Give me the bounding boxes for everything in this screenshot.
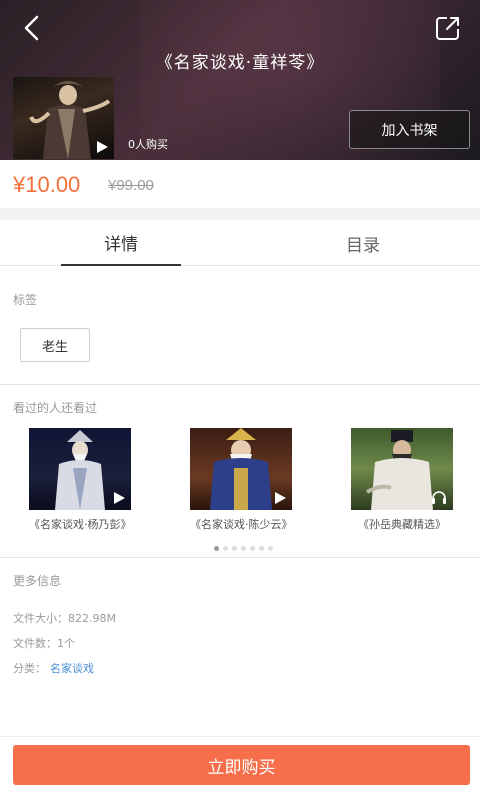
header: 《名家谈戏·童祥苓》 0人购买 加入书架 — [0, 0, 480, 160]
add-to-shelf-button[interactable]: 加入书架 — [349, 110, 470, 149]
play-icon — [97, 141, 108, 153]
recommend-item[interactable]: 《名家谈戏·杨乃彭》 — [29, 428, 132, 532]
more-info-label: 更多信息 — [13, 574, 62, 588]
share-button[interactable] — [430, 10, 466, 46]
category-row: 分类： 名家谈戏 — [13, 660, 94, 676]
file-count: 文件数：1个 — [13, 637, 75, 650]
page-title: 《名家谈戏·童祥苓》 — [155, 53, 325, 73]
category-label: 分类： — [13, 662, 46, 675]
tag-chip[interactable]: 老生 — [20, 328, 90, 362]
tab-bar: 详情 目录 — [0, 220, 480, 266]
carousel-dot[interactable] — [232, 546, 237, 551]
price-row: ¥10.00 ¥99.00 — [0, 160, 480, 208]
carousel-indicator — [214, 546, 273, 551]
recommend-thumbnail — [351, 428, 453, 510]
play-icon — [275, 492, 286, 504]
recommend-thumbnail — [29, 428, 131, 510]
tab-details[interactable]: 详情 — [61, 220, 181, 266]
tags-section-label: 标签 — [13, 293, 38, 307]
recommend-title: 《名家谈戏·陈少云》 — [190, 518, 293, 531]
tab-catalog[interactable]: 目录 — [303, 220, 423, 266]
recommend-title: 《名家谈戏·杨乃彭》 — [29, 518, 132, 531]
chevron-left-icon — [24, 15, 39, 41]
carousel-dot[interactable] — [241, 546, 246, 551]
original-price: ¥99.00 — [108, 177, 154, 194]
buy-now-button[interactable]: 立即购买 — [13, 745, 470, 785]
share-icon — [436, 17, 459, 40]
cover-image[interactable] — [13, 77, 114, 159]
back-button[interactable] — [14, 10, 50, 46]
recommend-title: 《孙岳典藏精选》 — [358, 518, 446, 531]
file-size: 文件大小：822.98M — [13, 612, 116, 625]
divider — [0, 557, 480, 558]
carousel-dot[interactable] — [223, 546, 228, 551]
carousel-dot[interactable] — [214, 546, 219, 551]
play-icon — [114, 492, 125, 504]
category-link[interactable]: 名家谈戏 — [50, 662, 94, 675]
buyer-count: 0人购买 — [128, 138, 168, 151]
carousel-dot[interactable] — [259, 546, 264, 551]
headphones-icon — [432, 491, 446, 504]
carousel-dot[interactable] — [268, 546, 273, 551]
recommend-section-label: 看过的人还看过 — [13, 401, 98, 415]
recommend-item[interactable]: 《孙岳典藏精选》 — [351, 428, 453, 532]
footer-bar: 立即购买 — [0, 736, 480, 800]
divider — [0, 384, 480, 385]
recommend-item[interactable]: 《名家谈戏·陈少云》 — [190, 428, 293, 532]
section-gap — [0, 208, 480, 220]
current-price: ¥10.00 — [13, 172, 81, 197]
recommend-thumbnail — [190, 428, 292, 510]
carousel-dot[interactable] — [250, 546, 255, 551]
